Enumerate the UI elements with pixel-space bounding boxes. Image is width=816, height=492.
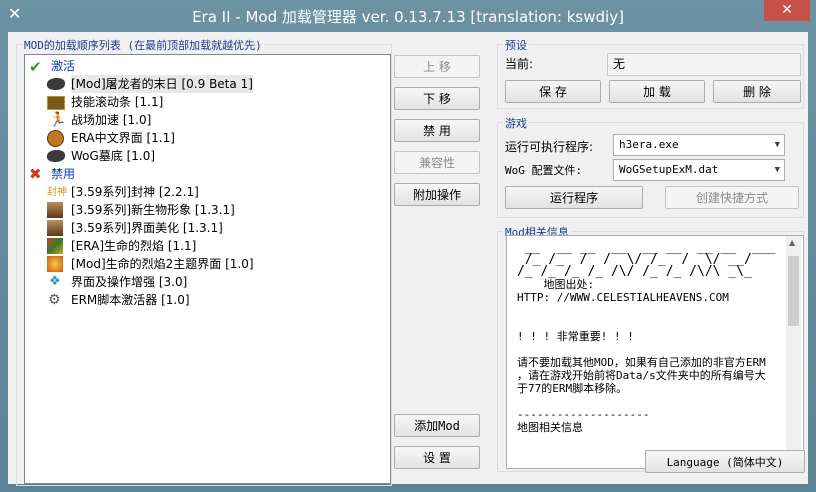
settings-button[interactable]: 设 置 <box>394 446 480 469</box>
title-bar[interactable]: ✕ Era II - Mod 加载管理器 ver. 0.13.7.13 [tra… <box>0 0 816 32</box>
gem-icon: ❖ <box>49 274 61 289</box>
info-scrollbar[interactable]: ▲ ▼ <box>786 236 801 466</box>
disable-button[interactable]: 禁 用 <box>394 119 480 142</box>
check-icon: ✔ <box>29 58 42 76</box>
load-preset-button[interactable]: 加 载 <box>609 80 705 103</box>
chevron-down-icon: ▼ <box>774 140 780 150</box>
config-select[interactable]: WoGSetupExM.dat ▼ <box>613 159 785 181</box>
list-item-label: [3.59系列]界面美化 [1.3.1] <box>71 221 223 235</box>
list-item-label: [Mod]屠龙者的末日 [0.9 Beta 1] <box>71 75 253 93</box>
move-up-button[interactable]: 上 移 <box>394 55 480 78</box>
list-item-label: ERM脚本激活器 [1.0] <box>71 293 190 307</box>
mod-list[interactable]: ✔ 激活 [Mod]屠龙者的末日 [0.9 Beta 1] 技能滚动条 [1.1… <box>24 54 391 484</box>
create-shortcut-button[interactable]: 创建快捷方式 <box>665 186 799 209</box>
creature-portrait-icon <box>47 202 63 218</box>
list-item-label: [3.59系列]封神 [2.2.1] <box>71 185 199 199</box>
list-item-label: [ERA]生命的烈焰 [1.1] <box>71 239 197 253</box>
scroll-icon <box>47 96 65 110</box>
extra-actions-button[interactable]: 附加操作 <box>394 183 480 206</box>
current-preset-field: 无 <box>607 53 801 76</box>
config-value: WoGSetupExM.dat <box>619 163 719 176</box>
info-body: 地图出处: HTTP: //WWW.CELESTIALHEAVENS.COM !… <box>517 278 766 434</box>
dragon-icon <box>47 150 65 162</box>
compatibility-button[interactable]: 兼容性 <box>394 151 480 174</box>
list-item-label: 技能滚动条 [1.1] <box>71 95 164 109</box>
chevron-down-icon: ▼ <box>774 165 780 175</box>
creature-portrait-icon <box>47 220 63 236</box>
preset-title: 预设 <box>503 37 529 53</box>
client-area: MOD的加载顺序列表 (在最前顶部加载就越优先) ✔ 激活 [Mod]屠龙者的末… <box>8 32 808 486</box>
exe-value: h3era.exe <box>619 138 679 151</box>
category-label: 禁用 <box>51 167 76 181</box>
load-order-title: MOD的加载顺序列表 (在最前顶部加载就越优先) <box>22 37 264 53</box>
scroll-up-icon[interactable]: ▲ <box>789 238 795 247</box>
ascii-banner: __ __ __ __ __ __ __ __ ___ /_ /_ / / \/… <box>517 240 776 279</box>
save-preset-button[interactable]: 保 存 <box>505 80 601 103</box>
app-window: ✕ Era II - Mod 加载管理器 ver. 0.13.7.13 [tra… <box>0 0 816 492</box>
gears-icon: ⚙ <box>48 292 61 308</box>
exe-select[interactable]: h3era.exe ▼ <box>613 134 785 156</box>
delete-preset-button[interactable]: 删 除 <box>713 80 801 103</box>
mod-info-text[interactable]: __ __ __ __ __ __ __ __ ___ /_ /_ / / \/… <box>506 235 804 469</box>
scrollbar-thumb[interactable] <box>788 256 799 326</box>
close-button[interactable]: ✕ <box>764 0 810 21</box>
flame-portrait-icon <box>47 238 63 254</box>
exe-label: 运行可执行程序: <box>505 140 594 154</box>
list-item-label: 战场加速 [1.0] <box>71 113 152 127</box>
list-item-label: [Mod]生命的烈焰2主题界面 [1.0] <box>71 257 254 271</box>
game-title: 游戏 <box>503 115 529 131</box>
list-item-label: 界面及操作增强 [3.0] <box>71 275 188 289</box>
running-man-icon: 🏃 <box>49 112 67 128</box>
dragon-icon <box>47 78 65 90</box>
feather-icon: 封神 <box>47 187 67 198</box>
current-preset-label: 当前: <box>505 57 534 71</box>
run-game-button[interactable]: 运行程序 <box>505 186 643 209</box>
list-item-label: ERA中文界面 [1.1] <box>71 131 175 145</box>
window-title: Era II - Mod 加载管理器 ver. 0.13.7.13 [trans… <box>192 8 624 26</box>
flame-emblem-icon <box>47 256 63 272</box>
language-button[interactable]: Language (简体中文) <box>645 450 805 473</box>
list-item-label: WoG墓底 [1.0] <box>71 149 156 163</box>
list-item-label: [3.59系列]新生物形象 [1.3.1] <box>71 203 235 217</box>
config-label: WoG 配置文件: <box>505 164 583 177</box>
medallion-icon <box>47 130 64 147</box>
move-down-button[interactable]: 下 移 <box>394 87 480 110</box>
cross-icon: ✖ <box>29 165 42 183</box>
add-mod-button[interactable]: 添加Mod <box>394 414 480 437</box>
category-label: 激活 <box>51 59 76 73</box>
